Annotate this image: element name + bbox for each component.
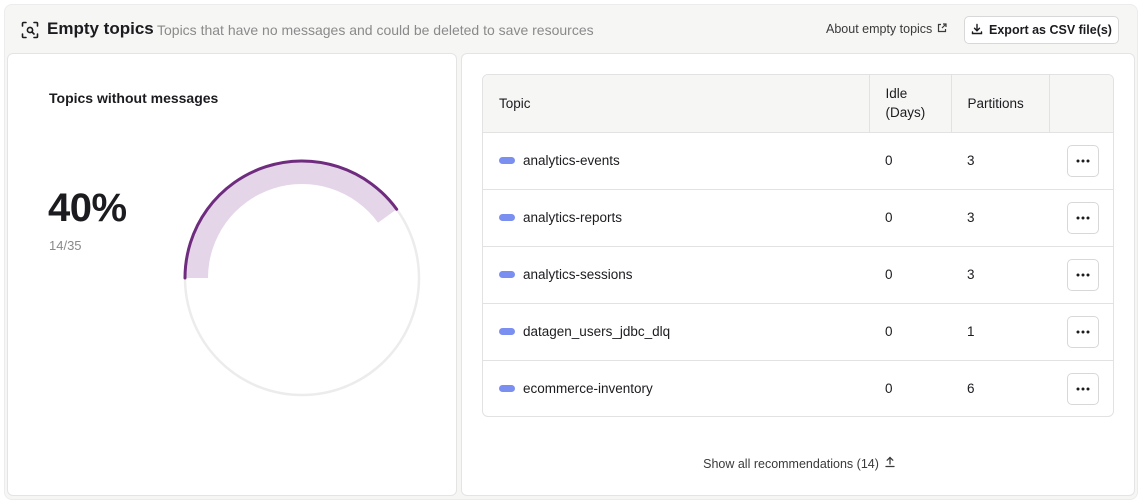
summary-card: Topics without messages 40% 14/35	[7, 53, 457, 496]
page-title: Empty topics	[47, 19, 154, 38]
topic-cell: analytics-reports	[483, 189, 869, 246]
topic-name[interactable]: analytics-sessions	[523, 267, 633, 282]
row-actions-button[interactable]	[1067, 258, 1099, 291]
more-horizontal-icon	[1076, 330, 1090, 333]
topic-status-dot	[499, 157, 515, 164]
more-horizontal-icon	[1076, 273, 1090, 276]
topic-status-dot	[499, 271, 515, 278]
table-row[interactable]: analytics-reports 0 3	[483, 189, 1113, 246]
actions-cell	[1049, 246, 1113, 303]
column-header-idle[interactable]: Idle (Days)	[869, 75, 952, 132]
topic-name[interactable]: analytics-events	[523, 153, 620, 168]
partitions-cell: 3	[967, 153, 975, 168]
topics-table: Topic Idle (Days) Partitions analytics-e…	[482, 74, 1114, 417]
topic-cell: analytics-sessions	[483, 246, 869, 303]
page-subtitle: Topics that have no messages and could b…	[157, 22, 594, 38]
summary-card-title: Topics without messages	[49, 90, 219, 106]
column-header-partitions[interactable]: Partitions	[951, 75, 1050, 132]
table-row[interactable]: analytics-events 0 3	[483, 132, 1113, 189]
partitions-cell: 3	[967, 267, 975, 282]
partitions-cell: 1	[967, 324, 975, 339]
actions-cell	[1049, 360, 1113, 416]
download-icon	[971, 23, 983, 38]
row-actions-button[interactable]	[1067, 315, 1099, 348]
idle-days-cell: 0	[885, 210, 893, 225]
more-horizontal-icon	[1076, 387, 1090, 391]
show-all-label: Show all recommendations (14)	[703, 456, 879, 471]
topic-name[interactable]: ecommerce-inventory	[523, 381, 653, 396]
empty-topics-panel: Empty topics Topics that have no message…	[4, 4, 1138, 500]
topic-cell: analytics-events	[483, 132, 869, 189]
scan-box-icon	[21, 21, 39, 39]
progress-gauge	[183, 159, 421, 397]
topics-table-card: Topic Idle (Days) Partitions analytics-e…	[461, 53, 1135, 496]
table-header-row: Topic Idle (Days) Partitions	[483, 75, 1113, 132]
empty-topics-ratio: 14/35	[49, 238, 82, 253]
row-actions-button[interactable]	[1067, 144, 1099, 177]
table-row[interactable]: ecommerce-inventory 0 6	[483, 360, 1113, 416]
empty-topics-percentage: 40%	[48, 186, 127, 230]
actions-cell	[1049, 303, 1113, 360]
partitions-cell: 6	[967, 381, 975, 397]
table-row[interactable]: datagen_users_jdbc_dlq 0 1	[483, 303, 1113, 360]
row-actions-button[interactable]	[1067, 372, 1099, 405]
panel-header: Empty topics Topics that have no message…	[5, 5, 1137, 53]
topic-name[interactable]: datagen_users_jdbc_dlq	[523, 324, 670, 339]
idle-days-cell: 0	[885, 381, 893, 397]
about-link-label: About empty topics	[826, 22, 933, 36]
idle-days-cell: 0	[885, 153, 893, 168]
topic-name[interactable]: analytics-reports	[523, 210, 622, 225]
table-row[interactable]: analytics-sessions 0 3	[483, 246, 1113, 303]
more-horizontal-icon	[1076, 159, 1090, 162]
more-horizontal-icon	[1076, 216, 1090, 219]
actions-cell	[1049, 189, 1113, 246]
about-empty-topics-link[interactable]: About empty topics	[826, 22, 947, 36]
external-link-icon	[937, 22, 947, 36]
topic-status-dot	[499, 328, 515, 335]
idle-days-cell: 0	[885, 267, 893, 282]
show-all-recommendations-link[interactable]: Show all recommendations (14)	[462, 456, 1136, 471]
idle-days-cell: 0	[885, 324, 893, 339]
export-csv-button[interactable]: Export as CSV file(s)	[964, 16, 1119, 44]
export-button-label: Export as CSV file(s)	[989, 23, 1112, 37]
topic-cell: ecommerce-inventory	[483, 360, 869, 416]
topic-cell: datagen_users_jdbc_dlq	[483, 303, 869, 360]
row-actions-button[interactable]	[1067, 201, 1099, 234]
partitions-cell: 3	[967, 210, 975, 225]
arrow-up-icon	[885, 456, 895, 471]
column-header-actions	[1049, 75, 1113, 132]
column-header-topic[interactable]: Topic	[483, 75, 870, 132]
actions-cell	[1049, 132, 1113, 189]
topic-status-dot	[499, 385, 515, 393]
topic-status-dot	[499, 214, 515, 221]
